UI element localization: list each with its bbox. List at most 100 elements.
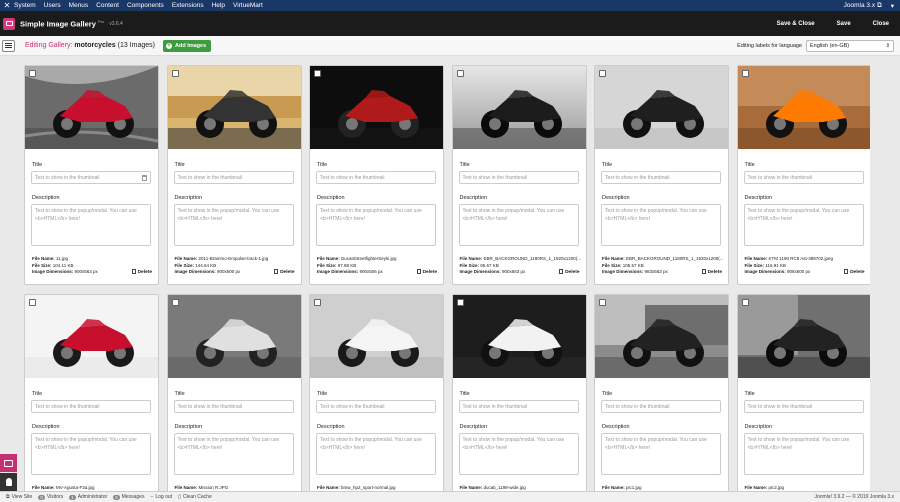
file-meta: File Name: 11.jpg File Size: 104.11 KB Ima… (32, 256, 98, 276)
menu-system[interactable]: System (14, 2, 36, 9)
image-thumbnail[interactable] (595, 295, 728, 378)
status-bar: ⧉ View Site 0 Visitors 1 Administrator 0 Mes… (0, 491, 900, 502)
dimensions-value: 900x563 px (502, 269, 526, 275)
save-close-button[interactable]: Save & Close (766, 21, 826, 27)
image-count: (13 Images) (117, 42, 155, 49)
file-size-value: 105.57 KB (622, 262, 644, 268)
delete-button[interactable]: Delete (131, 269, 152, 275)
select-checkbox[interactable] (741, 70, 749, 77)
select-checkbox[interactable] (314, 299, 321, 306)
save-button[interactable]: Save (826, 21, 862, 27)
menu-users[interactable]: Users (44, 2, 61, 9)
close-button[interactable]: Close (862, 21, 900, 27)
image-thumbnail[interactable] (167, 66, 301, 149)
logout-link[interactable]: − Log out (150, 494, 172, 500)
delete-button[interactable]: Delete (701, 269, 722, 275)
delete-label: Delete (137, 270, 152, 275)
select-checkbox[interactable] (29, 299, 36, 306)
title-input[interactable]: Text to show in the thumbnail (31, 400, 151, 413)
site-name-link[interactable]: Joomla 3.x (844, 2, 875, 9)
image-card: Title Text to show in the thumbnail Descri… (736, 65, 870, 285)
add-images-button[interactable]: + Add Images (162, 39, 212, 52)
file-name-value: pic2.jpg (768, 485, 785, 490)
menu-menus[interactable]: Menus (69, 2, 89, 9)
joomla-logo-icon[interactable]: ✕ (0, 1, 14, 10)
description-textarea[interactable]: Text to show in the popup/modal. You can… (316, 433, 436, 475)
user-sidebar-button[interactable] (0, 473, 17, 491)
image-thumbnail[interactable] (452, 295, 586, 378)
title-input[interactable]: Text to show in the thumbnail (458, 171, 579, 184)
description-textarea[interactable]: Text to show in the popup/modal. You can… (601, 204, 721, 246)
file-name-label: File Name: (744, 485, 768, 490)
file-size-label: File Size: (317, 262, 337, 268)
title-input[interactable]: Text to show in the thumbnail (743, 400, 864, 413)
external-link-icon: ⧉ (6, 494, 10, 500)
select-checkbox[interactable] (171, 299, 179, 306)
gallery-sidebar-button[interactable] (0, 454, 17, 472)
trash-icon (274, 269, 279, 274)
image-thumbnail[interactable] (737, 66, 870, 149)
delete-button[interactable]: Delete (559, 269, 580, 275)
description-textarea[interactable]: Text to show in the popup/modal. You can… (173, 433, 294, 475)
select-checkbox[interactable] (171, 70, 179, 77)
title-input[interactable]: Text to show in the thumbnail (173, 171, 294, 184)
description-textarea[interactable]: Text to show in the popup/modal. You can… (458, 204, 579, 246)
title-input[interactable]: Text to show in the thumbnail (458, 400, 579, 413)
clear-icon[interactable] (142, 175, 147, 181)
menu-extensions[interactable]: Extensions (172, 2, 204, 9)
image-card: Title Text to show in the thumbnail Descri… (451, 294, 587, 502)
description-textarea[interactable]: Text to show in the popup/modal. You can… (316, 204, 436, 246)
title-input[interactable]: Text to show in the thumbnail (31, 171, 151, 184)
hamburger-menu-icon[interactable] (2, 39, 15, 52)
clean-cache-link[interactable]: ▯ Clean Cache (178, 494, 212, 500)
image-thumbnail[interactable] (452, 66, 586, 149)
image-thumbnail[interactable] (310, 66, 443, 149)
description-textarea[interactable]: Text to show in the popup/modal. You can… (743, 204, 864, 246)
language-select[interactable]: English (en-GB) ⇕ (806, 39, 894, 52)
description-textarea[interactable]: Text to show in the popup/modal. You can… (601, 433, 721, 475)
select-checkbox[interactable] (29, 70, 36, 77)
image-thumbnail[interactable] (167, 295, 301, 378)
select-checkbox[interactable] (456, 70, 464, 77)
gallery-name: motorcycles (74, 42, 116, 49)
delete-button[interactable]: Delete (844, 269, 865, 275)
visitors-status[interactable]: 0 Visitors (38, 494, 63, 500)
image-thumbnail[interactable] (737, 295, 870, 378)
menu-help[interactable]: Help (212, 2, 225, 9)
dimensions-label: Image Dimensions: (32, 269, 74, 275)
messages-status[interactable]: 0 Messages (113, 494, 144, 500)
image-thumbnail[interactable] (595, 66, 728, 149)
title-input[interactable]: Text to show in the thumbnail (316, 400, 436, 413)
description-textarea[interactable]: Text to show in the popup/modal. You can… (743, 433, 864, 475)
delete-button[interactable]: Delete (274, 269, 295, 275)
description-textarea[interactable]: Text to show in the popup/modal. You can… (31, 204, 151, 246)
select-checkbox[interactable] (314, 70, 321, 77)
select-checkbox[interactable] (599, 70, 606, 77)
menu-virtuemart[interactable]: VirtueMart (233, 2, 263, 9)
title-input[interactable]: Text to show in the thumbnail (601, 400, 721, 413)
file-name-value: MV-Agusta-F3a.jpg (56, 485, 95, 490)
title-input[interactable]: Text to show in the thumbnail (601, 171, 721, 184)
view-site-link[interactable]: ⧉ View Site (6, 494, 32, 500)
description-textarea[interactable]: Text to show in the popup/modal. You can… (458, 433, 579, 475)
description-textarea[interactable]: Text to show in the popup/modal. You can… (31, 433, 151, 475)
select-checkbox[interactable] (456, 299, 464, 306)
user-icon[interactable]: ▾ (891, 2, 894, 10)
title-input[interactable]: Text to show in the thumbnail (173, 400, 294, 413)
title-input[interactable]: Text to show in the thumbnail (316, 171, 436, 184)
image-thumbnail[interactable] (25, 66, 158, 149)
admins-status[interactable]: 1 Administrator (69, 494, 107, 500)
menu-content[interactable]: Content (96, 2, 119, 9)
image-thumbnail[interactable] (25, 295, 158, 378)
image-thumbnail[interactable] (310, 295, 443, 378)
app-title-suffix: Pro (97, 18, 105, 24)
title-input[interactable]: Text to show in the thumbnail (743, 171, 864, 184)
delete-button[interactable]: Delete (416, 269, 437, 275)
file-name-value: 11.jpg (56, 256, 68, 261)
select-checkbox[interactable] (741, 299, 749, 306)
visitors-badge: 0 (38, 494, 45, 500)
menu-components[interactable]: Components (127, 2, 164, 9)
select-checkbox[interactable] (599, 299, 606, 306)
app-toolbar: Simple Image Gallery Pro v3.6.4 Save & C… (0, 11, 900, 36)
description-textarea[interactable]: Text to show in the popup/modal. You can… (173, 204, 294, 246)
